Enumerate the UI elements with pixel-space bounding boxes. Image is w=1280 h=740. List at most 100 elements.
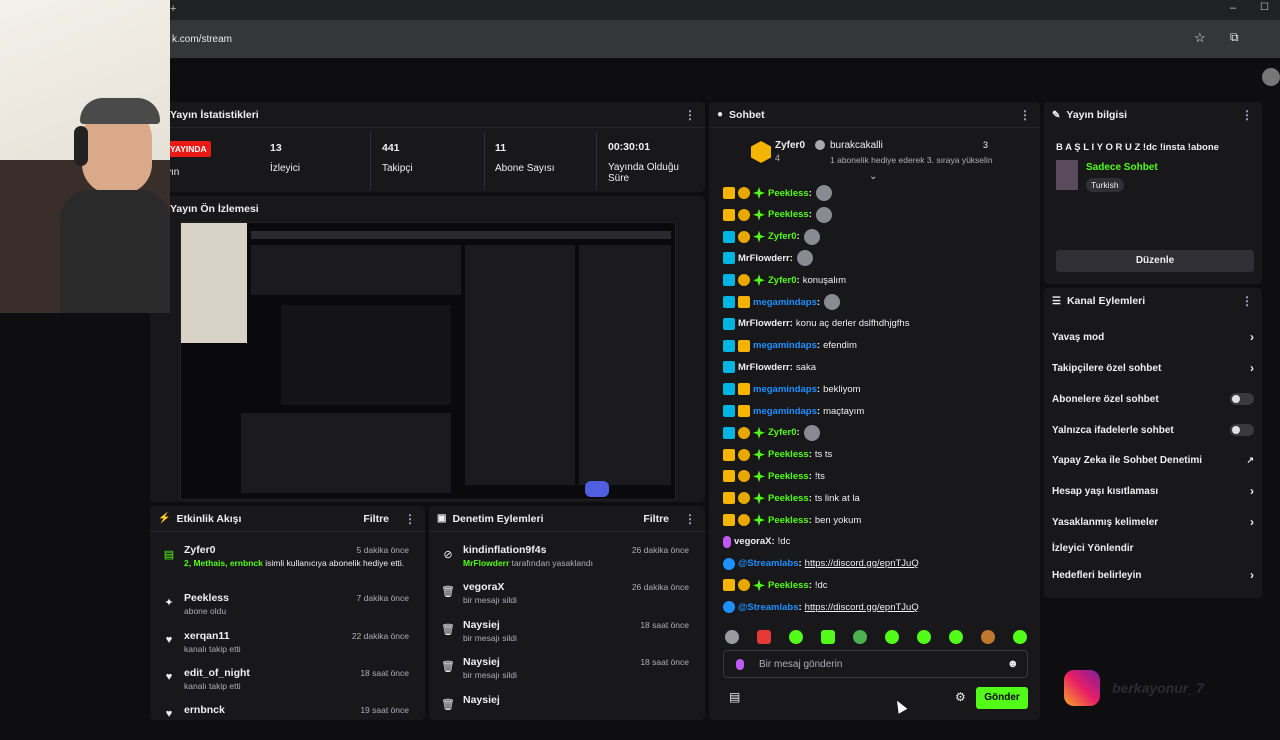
discord-icon [585, 481, 609, 497]
chat-text: !dc [814, 579, 828, 591]
action-account-age[interactable]: Hesap yaşı kısıtlaması › [1052, 479, 1254, 503]
panel-title: Yayın bilgisi [1066, 109, 1128, 121]
chat-text: ts ts [814, 449, 833, 461]
browser-address-bar[interactable]: k.com/stream ☆ ⧉ [0, 20, 1280, 58]
chevron-right-icon: › [1250, 568, 1254, 582]
headphones-icon [74, 126, 88, 166]
mod-badge-icon [723, 361, 735, 374]
chat-link[interactable]: https://discord.gg/epnTJuQ [805, 602, 919, 613]
heart-icon: ♥ [165, 634, 173, 646]
panel-title: Yayın Ön İzlemesi [170, 203, 259, 215]
emote-icon [803, 228, 820, 245]
chat-username[interactable]: Peekless [768, 188, 809, 199]
chat-username[interactable]: Peekless [768, 471, 809, 482]
toggle-switch[interactable] [1230, 393, 1254, 405]
category-link[interactable]: Sadece Sohbet [1086, 162, 1158, 173]
dashboard-top-nav [0, 58, 1280, 100]
emote-icon[interactable] [725, 630, 739, 644]
chat-username[interactable]: @Streamlabs [738, 602, 798, 613]
chat-username[interactable]: Zyfer0 [768, 427, 797, 438]
chat-username[interactable]: Peekless [768, 493, 809, 504]
emote-icon[interactable] [821, 630, 835, 644]
chat-username[interactable]: Zyfer0 [768, 231, 797, 242]
chat-message: MrFlowderr: [723, 249, 813, 267]
channel-actions-panel: ☰ Kanal Eylemleri ⋮ Yavaş mod › Takipçilere… [1044, 288, 1262, 598]
coin-badge-icon [738, 426, 750, 439]
chat-link[interactable]: https://discord.gg/epnTJuQ [805, 558, 919, 569]
extensions-icon[interactable]: ⧉ [1230, 30, 1239, 45]
chat-username[interactable]: megamindaps [753, 406, 817, 417]
chat-username[interactable]: MrFlowderr [738, 362, 790, 373]
star-badge-icon [753, 470, 765, 483]
coin-badge-icon [738, 208, 750, 221]
emote-icon[interactable] [1013, 630, 1027, 644]
send-button[interactable]: Gönder [976, 687, 1028, 709]
chat-username[interactable]: Zyfer0 [768, 275, 797, 286]
more-options-icon[interactable]: ⋮ [403, 512, 417, 526]
collapse-icon[interactable]: ⌄ [869, 171, 877, 182]
new-tab-icon[interactable]: + [170, 3, 176, 15]
chat-username[interactable]: Peekless [768, 449, 809, 460]
chat-username[interactable]: @Streamlabs [738, 558, 798, 569]
filter-button[interactable]: Filtre [363, 513, 389, 525]
chat-username[interactable]: MrFlowderr [738, 318, 790, 329]
chat-username[interactable]: MrFlowderr [738, 253, 790, 264]
chat-input[interactable]: Bir mesaj gönderin ☻ [723, 650, 1028, 678]
chat-text: konu aç derler dslfhdhjgfhs [795, 318, 910, 330]
action-ai-moderation[interactable]: Yapay Zeka ile Sohbet Denetimi ↗ [1052, 448, 1254, 472]
avatar[interactable] [1262, 68, 1280, 86]
chat-colon: : [808, 579, 812, 591]
chat-colon: : [816, 340, 821, 352]
minimize-icon[interactable]: – [1230, 2, 1236, 14]
chat-username[interactable]: Peekless [768, 209, 809, 220]
emote-icon[interactable] [853, 630, 867, 644]
moderation-item: 🗑 Naysiej bir mesajı sildi 18 saat önce [441, 619, 689, 643]
crown-badge-icon [738, 296, 750, 308]
action-raid[interactable]: İzleyici Yönlendir [1052, 536, 1254, 560]
chat-username[interactable]: megamindaps [753, 297, 817, 308]
panel-title: Etkinlik Akışı [176, 512, 242, 525]
more-options-icon[interactable]: ⋮ [1240, 108, 1254, 122]
chat-username[interactable]: Peekless [768, 515, 809, 526]
edit-button[interactable]: Düzenle [1056, 250, 1254, 272]
chat-username[interactable]: megamindaps [753, 340, 817, 351]
bookmark-star-icon[interactable]: ☆ [1194, 30, 1206, 46]
more-options-icon[interactable]: ⋮ [1018, 108, 1032, 122]
emote-icon[interactable] [917, 630, 931, 644]
chat-username[interactable]: megamindaps [753, 384, 817, 395]
star-badge-icon [753, 579, 765, 592]
crown-badge-icon [738, 339, 750, 352]
action-slow-mode[interactable]: Yavaş mod › [1052, 325, 1254, 349]
emote-icon[interactable] [757, 630, 771, 644]
gift-icon[interactable]: ▤ [729, 690, 740, 704]
url-text[interactable]: k.com/stream [172, 34, 232, 45]
pinned-gift-leaderboard: Zyfer0 4 burakcakalli 3 1 abonelik hediy… [709, 129, 1040, 182]
stream-preview-video[interactable] [180, 222, 676, 500]
maximize-icon[interactable]: ☐ [1260, 2, 1269, 13]
emote-icon[interactable] [885, 630, 899, 644]
chat-username[interactable]: Peekless [768, 580, 809, 591]
filter-button[interactable]: Filtre [643, 513, 669, 525]
more-options-icon[interactable]: ⋮ [683, 108, 697, 122]
action-followers-only[interactable]: Takipçilere özel sohbet › [1052, 356, 1254, 380]
bot-badge-icon [723, 557, 735, 570]
action-banned-words[interactable]: Yasaklanmış kelimeler › [1052, 510, 1254, 534]
chat-colon: : [789, 361, 793, 373]
chat-text: !dc [777, 536, 791, 548]
action-goals[interactable]: Hedefleri belirleyin › [1052, 563, 1254, 587]
emote-icon[interactable] [949, 630, 963, 644]
more-options-icon[interactable]: ⋮ [1240, 294, 1254, 308]
chevron-right-icon: › [1250, 361, 1254, 375]
chat-username[interactable]: vegoraX [734, 536, 772, 547]
gear-icon[interactable]: ⚙ [955, 690, 966, 704]
mic-icon [736, 659, 744, 670]
chat-message: Zyfer0: [723, 424, 820, 442]
emote-icon[interactable] [981, 630, 995, 644]
toggle-switch[interactable] [1230, 424, 1254, 436]
star-badge-icon [753, 208, 765, 221]
chat-bubble-icon: ● [717, 109, 724, 120]
more-options-icon[interactable]: ⋮ [683, 512, 697, 526]
emote-icon[interactable] [789, 630, 803, 644]
emoji-icon[interactable]: ☻ [1007, 658, 1019, 670]
chat-text: maçtayım [823, 405, 865, 417]
